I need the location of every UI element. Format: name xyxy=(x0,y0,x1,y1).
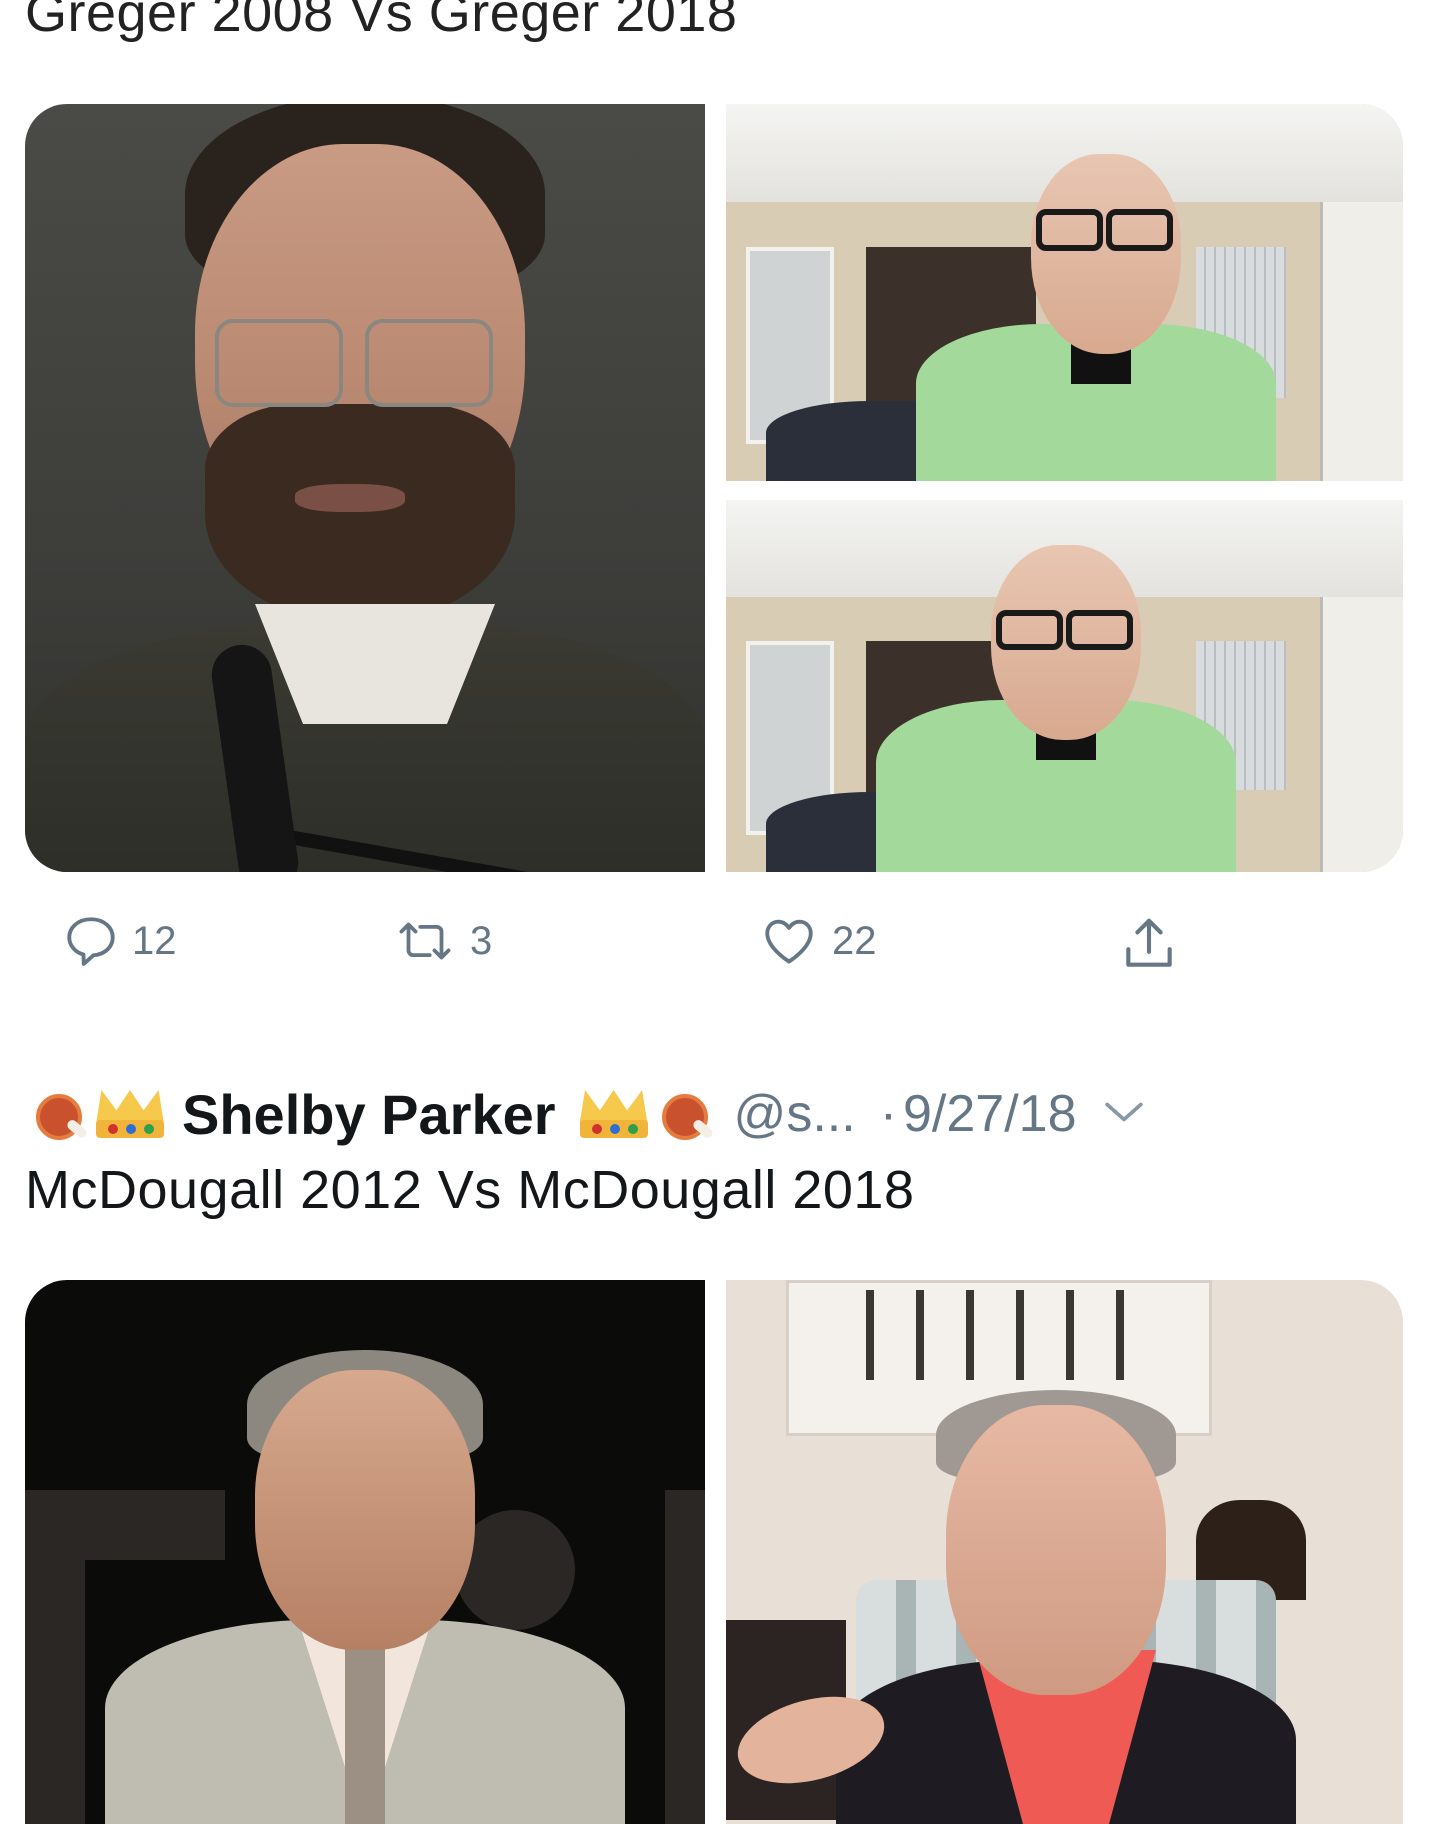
share-button[interactable] xyxy=(1118,912,1180,976)
tweet-header: Shelby Parker @s... · 9/27/18 xyxy=(30,1074,1147,1154)
tweet-text: Greger 2008 Vs Greger 2018 xyxy=(25,0,738,43)
retweet-icon xyxy=(392,912,458,970)
retweet-button[interactable]: 3 xyxy=(392,912,492,970)
photo-mcdougall-2018[interactable] xyxy=(726,1280,1403,1824)
like-count: 22 xyxy=(832,918,877,963)
share-icon xyxy=(1118,912,1180,976)
crown-icon xyxy=(578,1084,650,1144)
tweet-media-grid xyxy=(25,104,1403,872)
meat-on-bone-icon xyxy=(30,1084,90,1144)
reply-count: 12 xyxy=(132,918,177,963)
separator-dot: · xyxy=(879,1085,898,1143)
retweet-count: 3 xyxy=(470,918,493,963)
crown-icon xyxy=(94,1084,166,1144)
photo-mcdougall-2012[interactable] xyxy=(25,1280,705,1824)
photo-greger-2018-a[interactable] xyxy=(726,104,1403,481)
like-button[interactable]: 22 xyxy=(758,912,877,970)
reply-button[interactable]: 12 xyxy=(62,912,177,970)
tweet-text: McDougall 2012 Vs McDougall 2018 xyxy=(25,1160,915,1220)
chevron-down-icon[interactable] xyxy=(1101,1097,1147,1132)
photo-greger-2008[interactable] xyxy=(25,104,705,872)
tweet-media-grid xyxy=(25,1280,1403,1824)
user-handle[interactable]: @s... xyxy=(734,1084,856,1144)
reply-icon xyxy=(62,912,120,970)
meat-on-bone-icon xyxy=(656,1084,716,1144)
photo-greger-2018-b[interactable] xyxy=(726,500,1403,872)
display-name[interactable]: Shelby Parker xyxy=(182,1082,556,1147)
heart-icon xyxy=(758,912,820,970)
tweet-actions: 12 3 22 xyxy=(0,912,1435,992)
tweet-date[interactable]: 9/27/18 xyxy=(903,1084,1077,1144)
